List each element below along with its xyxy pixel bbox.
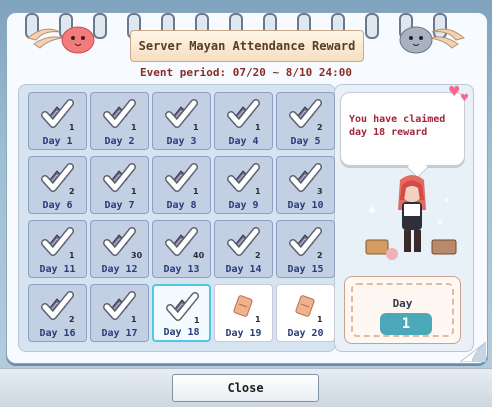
item-quantity: 2 [317, 251, 323, 260]
day-cell[interactable]: 1 Day 17 [90, 284, 149, 342]
day-cell[interactable]: 1 Day 8 [152, 156, 211, 214]
day-label: Day 7 [104, 200, 135, 211]
day-cell[interactable]: 30 Day 12 [90, 220, 149, 278]
item-quantity: 30 [131, 251, 143, 260]
day-cell[interactable]: 3 Day 10 [276, 156, 335, 214]
day-cell[interactable]: 2 Day 5 [276, 92, 335, 150]
day-cell[interactable]: 1 Day 11 [28, 220, 87, 278]
item-quantity: 1 [317, 315, 323, 324]
day-label: Day 9 [228, 200, 259, 211]
day-label: Day 18 [163, 327, 200, 338]
pink-poring-mascot-icon [26, 26, 95, 54]
day-label: Day 17 [101, 328, 138, 339]
day-cell[interactable]: 1 Day 9 [214, 156, 273, 214]
claim-message: You have claimed day 18 reward [349, 114, 446, 138]
day-cell[interactable]: 1 Day 3 [152, 92, 211, 150]
item-quantity: 40 [193, 251, 205, 260]
day-cell[interactable]: 1 Day 19 [214, 284, 273, 342]
day-label: Day 12 [101, 264, 138, 275]
item-quantity: 2 [255, 251, 261, 260]
day-label: Day 10 [287, 200, 324, 211]
item-quantity: 2 [69, 315, 75, 324]
item-quantity: 1 [193, 123, 199, 132]
day-cell[interactable]: 40 Day 13 [152, 220, 211, 278]
day-cell[interactable]: 1 Day 18 [152, 284, 211, 342]
day-cell[interactable]: 1 Day 1 [28, 92, 87, 150]
day-cell[interactable]: 1 Day 7 [90, 156, 149, 214]
window-title: Server Mayan Attendance Reward [130, 30, 364, 62]
day-cell[interactable]: 2 Day 6 [28, 156, 87, 214]
day-label: Day 13 [163, 264, 200, 275]
item-quantity: 1 [131, 187, 137, 196]
consecutive-day-counter: Day 1 [344, 276, 461, 344]
item-quantity: 1 [193, 187, 199, 196]
item-quantity: 1 [131, 315, 137, 324]
counter-value: 1 [380, 313, 432, 335]
event-period: Event period: 07/20 ~ 8/10 24:00 [140, 66, 352, 79]
item-quantity: 2 [69, 187, 75, 196]
heart-icon: ♥ [460, 93, 469, 104]
character-sprite-icon [365, 175, 457, 260]
speech-bubble: You have claimed day 18 reward [340, 92, 465, 166]
day-label: Day 3 [166, 136, 197, 147]
item-quantity: 1 [194, 316, 200, 325]
page-curl-icon [460, 342, 486, 362]
counter-frame: Day 1 [351, 283, 454, 337]
ticket-icon [295, 295, 315, 317]
day-cell[interactable]: 2 Day 15 [276, 220, 335, 278]
day-label: Day 6 [42, 200, 73, 211]
item-quantity: 1 [255, 123, 261, 132]
day-cell[interactable]: 2 Day 16 [28, 284, 87, 342]
day-label: Day 5 [290, 136, 321, 147]
day-label: Day 4 [228, 136, 259, 147]
day-label: Day 15 [287, 264, 324, 275]
heart-icon: ♥ [448, 84, 461, 100]
day-cell[interactable]: 1 Day 2 [90, 92, 149, 150]
day-label: Day 14 [225, 264, 262, 275]
item-quantity: 1 [255, 187, 261, 196]
day-cell[interactable]: 2 Day 14 [214, 220, 273, 278]
item-quantity: 2 [317, 123, 323, 132]
item-quantity: 1 [131, 123, 137, 132]
counter-label: Day [392, 297, 413, 310]
day-label: Day 11 [39, 264, 76, 275]
item-quantity: 1 [69, 123, 75, 132]
item-quantity: 1 [69, 251, 75, 260]
day-label: Day 16 [39, 328, 76, 339]
day-label: Day 8 [166, 200, 197, 211]
day-label: Day 1 [42, 136, 73, 147]
close-button[interactable]: Close [172, 374, 319, 402]
gray-poring-mascot-icon [399, 26, 466, 54]
day-cell[interactable]: 1 Day 4 [214, 92, 273, 150]
day-label: Day 20 [287, 328, 324, 339]
ticket-icon [233, 295, 253, 317]
item-quantity: 3 [317, 187, 323, 196]
day-label: Day 19 [225, 328, 262, 339]
day-cell[interactable]: 1 Day 20 [276, 284, 335, 342]
item-quantity: 1 [255, 315, 261, 324]
day-label: Day 2 [104, 136, 135, 147]
